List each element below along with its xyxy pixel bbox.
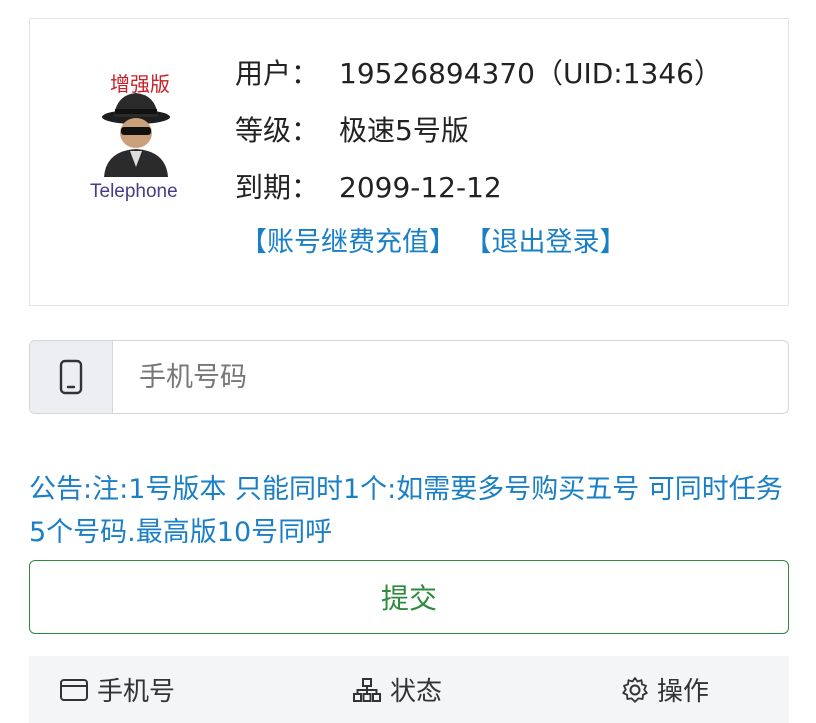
column-status-label: 状态	[390, 677, 443, 707]
expiry-label: 到期：	[235, 171, 320, 204]
avatar-caption: Telephone	[90, 181, 178, 202]
column-actions: 操作	[621, 671, 709, 708]
avatar: 增强版 Telephone	[88, 67, 196, 207]
user-row: 用户： 19526894370（UID:1346）	[235, 56, 722, 92]
gear-icon	[622, 676, 648, 703]
column-actions-label: 操作	[657, 677, 710, 707]
logout-link[interactable]: 【退出登录】	[478, 227, 627, 258]
expiry-row: 到期： 2099-12-12	[235, 170, 502, 206]
table-header: 手机号 状态 操作	[29, 656, 789, 723]
account-card: 增强版 Telephone 用户： 19526894370（UID:1346） 等…	[29, 18, 789, 306]
renew-link[interactable]: 【账号继费充值】	[240, 227, 456, 258]
user-value: 19526894370（UID:1346）	[339, 57, 722, 90]
submit-button[interactable]: 提交	[29, 560, 789, 634]
card-icon	[60, 678, 88, 701]
phone-input-group	[29, 340, 789, 414]
avatar-stamp-text: 增强版	[110, 72, 170, 96]
mobile-phone-icon	[59, 359, 83, 395]
phone-number-input[interactable]	[113, 341, 788, 413]
level-value: 极速5号版	[339, 114, 469, 147]
column-phone-label: 手机号	[97, 677, 176, 707]
phone-addon	[30, 341, 113, 413]
column-status: 状态	[352, 671, 442, 708]
sitemap-icon	[353, 677, 381, 702]
level-row: 等级： 极速5号版	[235, 113, 469, 149]
column-phone: 手机号	[59, 671, 175, 708]
announcement-text: 公告:注:1号版本 只能同时1个:如需要多号购买五号 可同时任务5个号码.最高版…	[29, 474, 783, 548]
spy-avatar-icon: 增强版 Telephone	[90, 72, 178, 202]
level-label: 等级：	[235, 114, 320, 147]
expiry-value: 2099-12-12	[339, 171, 502, 204]
account-links: 【账号继费充值】 【退出登录】	[240, 225, 649, 261]
user-label: 用户：	[235, 57, 320, 90]
